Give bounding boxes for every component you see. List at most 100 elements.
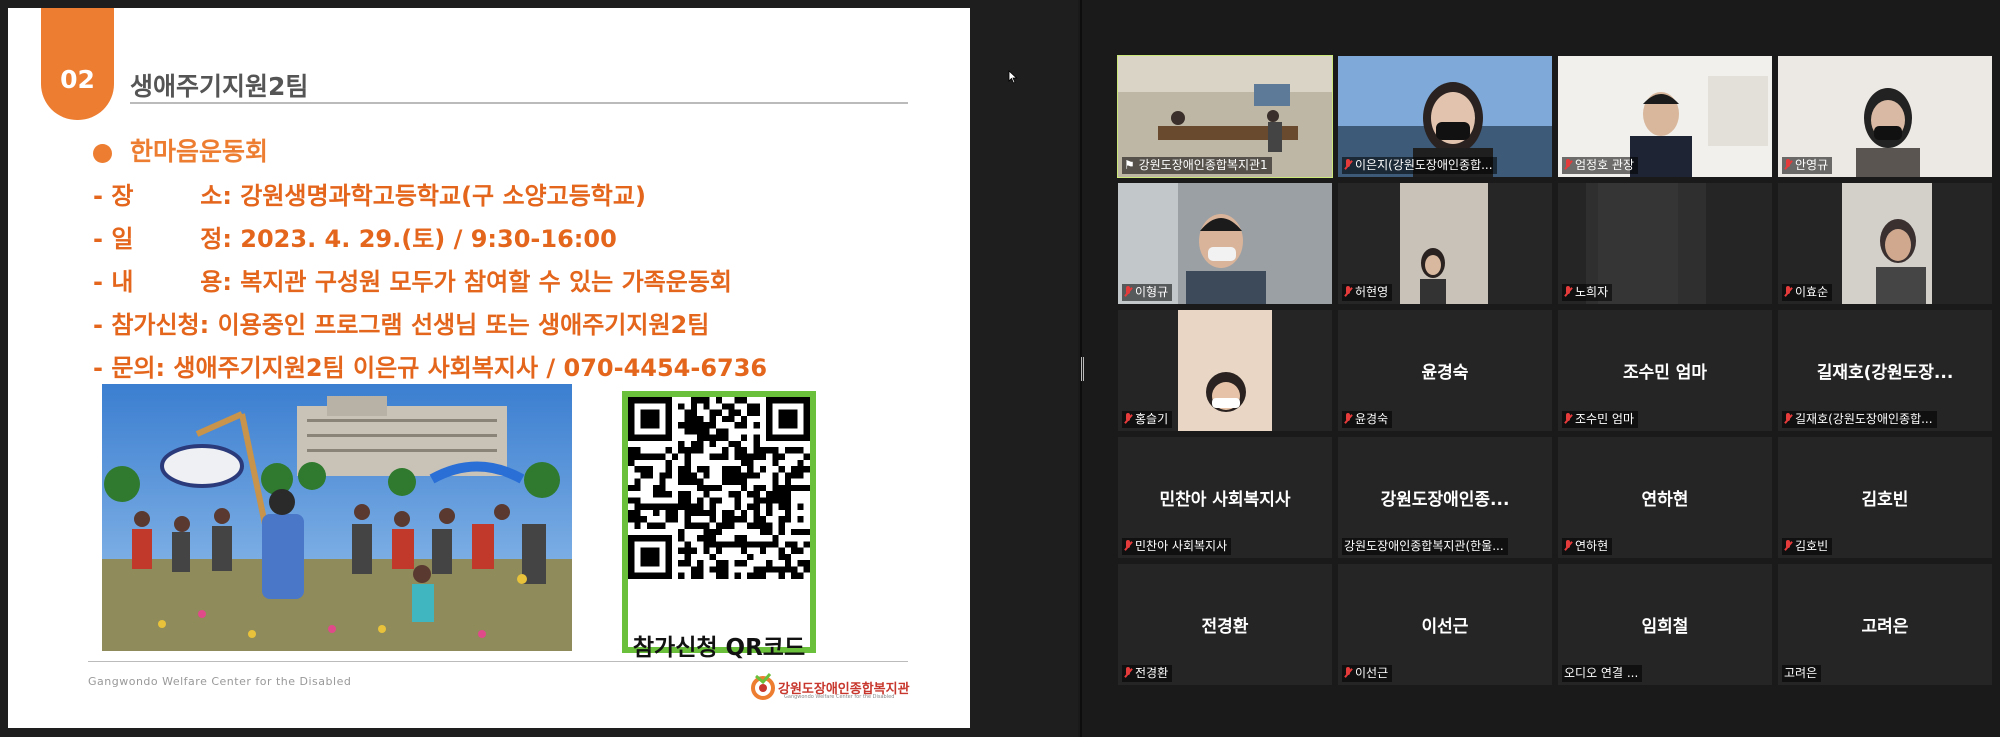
participant-name-label: 윤경숙 [1342,411,1393,428]
pin-icon: ⚑ [1124,158,1139,172]
participant-name-label: 김호빈 [1782,538,1833,555]
mic-muted-icon [1564,159,1572,171]
participant-name-label: 민찬아 사회복지사 [1122,538,1232,555]
mic-muted-icon [1564,286,1572,298]
participant-name-label: 이선근 [1342,665,1393,682]
participant-gallery: ⚑ 강원도장애인종합복지관1 이은지(강원도장애인종합... 엄정호 관장 안영규이형… [1117,55,1994,685]
mic-muted-icon [1344,286,1352,298]
participant-label-text: 이형규 [1135,285,1169,299]
participant-tile[interactable]: 조수민 엄마 조수민 엄마 [1558,310,1772,431]
participant-tile[interactable]: 민찬아 사회복지사 민찬아 사회복지사 [1118,437,1332,558]
qr-caption: 참가신청 QR코드 [632,635,806,661]
participant-name-label: 홍슬기 [1122,411,1173,428]
participant-label-text: 이선근 [1355,666,1389,680]
mic-muted-icon [1784,159,1792,171]
participant-label-text: 홍슬기 [1135,412,1169,426]
section-number: 02 [60,65,95,94]
participant-tile[interactable]: 엄정호 관장 [1558,56,1772,177]
mic-muted-icon [1344,413,1352,425]
info-line-content: - 내 용: 복지관 구성원 모두가 참여할 수 있는 가족운동회 [93,268,733,296]
participant-label-text: 조수민 엄마 [1575,412,1635,426]
section-tab: 02 [41,8,114,120]
participant-tile[interactable]: 윤경숙 윤경숙 [1338,310,1552,431]
participant-tile[interactable]: 전경환 전경환 [1118,564,1332,685]
participant-name-label: 이은지(강원도장애인종합... [1342,157,1497,174]
participant-name-label: 오디오 연결 ... [1562,665,1643,682]
panel-resize-handle[interactable] [1081,357,1084,381]
participant-tile[interactable]: 연하현 연하현 [1558,437,1772,558]
participant-tile[interactable]: 안영규 [1778,56,1992,177]
participant-tile[interactable]: 이효순 [1778,183,1992,304]
participant-tile[interactable]: 강원도장애인종... 강원도장애인종합복지관(한울... [1338,437,1552,558]
mic-muted-icon [1124,286,1132,298]
participant-label-text: 연하현 [1575,539,1609,553]
participant-name-label: 안영규 [1782,157,1833,174]
participant-name-label: 엄정호 관장 [1562,157,1639,174]
participant-label-text: 전경환 [1135,666,1169,680]
participant-tile[interactable]: 허현영 [1338,183,1552,304]
participant-tile[interactable]: 홍슬기 [1118,310,1332,431]
participant-label-text: 허현영 [1355,285,1389,299]
mic-muted-icon [1564,413,1572,425]
participant-label-text: 길재호(강원도장애인종합... [1795,412,1933,426]
mic-muted-icon [1124,540,1132,552]
welfare-center-logo: 강원도장애인종합복지관 Gangwondo Welfare Center for… [750,670,910,704]
participant-name-label: 조수민 엄마 [1562,411,1639,428]
participant-name-label: 노희자 [1562,284,1613,301]
participant-tile[interactable]: 노희자 [1558,183,1772,304]
participant-label-text: 강원도장애인종합복지관(한울... [1344,539,1504,553]
participant-label-text: 민찬아 사회복지사 [1135,539,1228,553]
mic-muted-icon [1784,540,1792,552]
mic-muted-icon [1124,667,1132,679]
mic-muted-icon [1124,413,1132,425]
participant-label-text: 이은지(강원도장애인종합... [1355,158,1493,172]
qr-code-frame [622,391,816,653]
participant-label-text: 안영규 [1795,158,1829,172]
participant-name-label: 강원도장애인종합복지관(한울... [1342,538,1508,555]
participant-name-label: 이형규 [1122,284,1173,301]
slide-subtitle: 한마음운동회 [93,132,268,168]
slide-title: 생애주기지원2팀 [130,72,309,101]
participant-tile[interactable]: ⚑ 강원도장애인종합복지관1 [1117,55,1333,178]
footer-text: Gangwondo Welfare Center for the Disable… [88,675,352,688]
participant-tile[interactable]: 이형규 [1118,183,1332,304]
participant-name-label: 허현영 [1342,284,1393,301]
participant-label-text: 김호빈 [1795,539,1829,553]
participant-label-text: 오디오 연결 ... [1564,666,1639,680]
mic-muted-icon [1784,286,1792,298]
participant-label-text: 강원도장애인종합복지관1 [1138,158,1268,172]
participant-name-label: ⚑ 강원도장애인종합복지관1 [1122,157,1272,174]
participant-name-label: 길재호(강원도장애인종합... [1782,411,1937,428]
participant-tile[interactable]: 길재호(강원도장... 길재호(강원도장애인종합... [1778,310,1992,431]
participant-tile[interactable]: 임희철 오디오 연결 ... [1558,564,1772,685]
participant-name-label: 이효순 [1782,284,1833,301]
title-underline [130,102,908,104]
subtitle-text: 한마음운동회 [130,137,269,166]
logo-mark-icon [751,673,775,700]
mic-muted-icon [1344,159,1352,171]
participant-name-label: 전경환 [1122,665,1173,682]
mic-muted-icon [1344,667,1352,679]
info-line-place: - 장 소: 강원생명과학고등학교(구 소양고등학교) [93,182,646,210]
mic-muted-icon [1564,540,1572,552]
participant-tile[interactable]: 김호빈 김호빈 [1778,437,1992,558]
mouse-cursor-icon [1008,70,1018,84]
participant-label-text: 노희자 [1575,285,1609,299]
participant-label-text: 윤경숙 [1355,412,1389,426]
logo-subtext: Gangwondo Welfare Center for the Disable… [784,694,895,700]
mic-muted-icon [1784,413,1792,425]
participant-name-label: 고려은 [1782,665,1822,682]
participant-tile[interactable]: 이선근 이선근 [1338,564,1552,685]
participant-label-text: 고려은 [1784,666,1818,680]
participant-name-label: 연하현 [1562,538,1613,555]
footer-line [88,661,908,662]
qr-code-image [628,397,810,579]
participant-tile[interactable]: 이은지(강원도장애인종합... [1338,56,1552,177]
info-line-contact: - 문의: 생애주기지원2팀 이은규 사회복지사 / 070-4454-6736 [93,354,768,382]
participant-label-text: 엄정호 관장 [1575,158,1635,172]
presentation-slide: 02 생애주기지원2팀 한마음운동회 - 장 소: 강원생명과학고등학교(구 소… [8,8,970,728]
info-line-date: - 일 정: 2023. 4. 29.(토) / 9:30-16:00 [93,225,617,253]
info-line-apply: - 참가신청: 이용중인 프로그램 선생님 또는 생애주기지원2팀 [93,311,710,339]
participant-tile[interactable]: 고려은 고려은 [1778,564,1992,685]
screen-share-area: 02 생애주기지원2팀 한마음운동회 - 장 소: 강원생명과학고등학교(구 소… [0,0,1078,737]
